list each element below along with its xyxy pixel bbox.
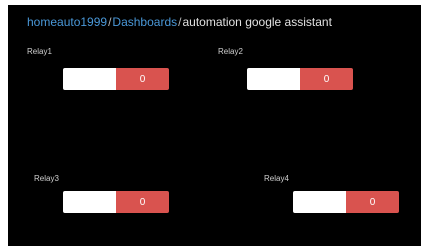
breadcrumb: homeauto1999/Dashboards/automation googl…: [27, 15, 332, 29]
relay4-off-segment[interactable]: [293, 191, 346, 213]
relay1-label: Relay1: [27, 47, 52, 56]
relay4-label: Relay4: [264, 174, 289, 183]
relay1-toggle[interactable]: 0: [63, 68, 169, 90]
relay3-toggle[interactable]: 0: [63, 191, 169, 213]
dashboard-title: automation google assistant: [182, 15, 332, 29]
dashboard-screen: homeauto1999/Dashboards/automation googl…: [8, 5, 421, 246]
relay2-value[interactable]: 0: [300, 68, 353, 90]
breadcrumb-dashboards-link[interactable]: Dashboards: [112, 15, 177, 29]
relay2-off-segment[interactable]: [247, 68, 300, 90]
relay3-value[interactable]: 0: [116, 191, 169, 213]
relay4-toggle[interactable]: 0: [293, 191, 399, 213]
relay2-toggle[interactable]: 0: [247, 68, 353, 90]
relay3-off-segment[interactable]: [63, 191, 116, 213]
relay3-label: Relay3: [34, 174, 59, 183]
relay4-value[interactable]: 0: [346, 191, 399, 213]
relay1-off-segment[interactable]: [63, 68, 116, 90]
relay1-value[interactable]: 0: [116, 68, 169, 90]
breadcrumb-user-link[interactable]: homeauto1999: [27, 15, 107, 29]
relay2-label: Relay2: [218, 47, 243, 56]
